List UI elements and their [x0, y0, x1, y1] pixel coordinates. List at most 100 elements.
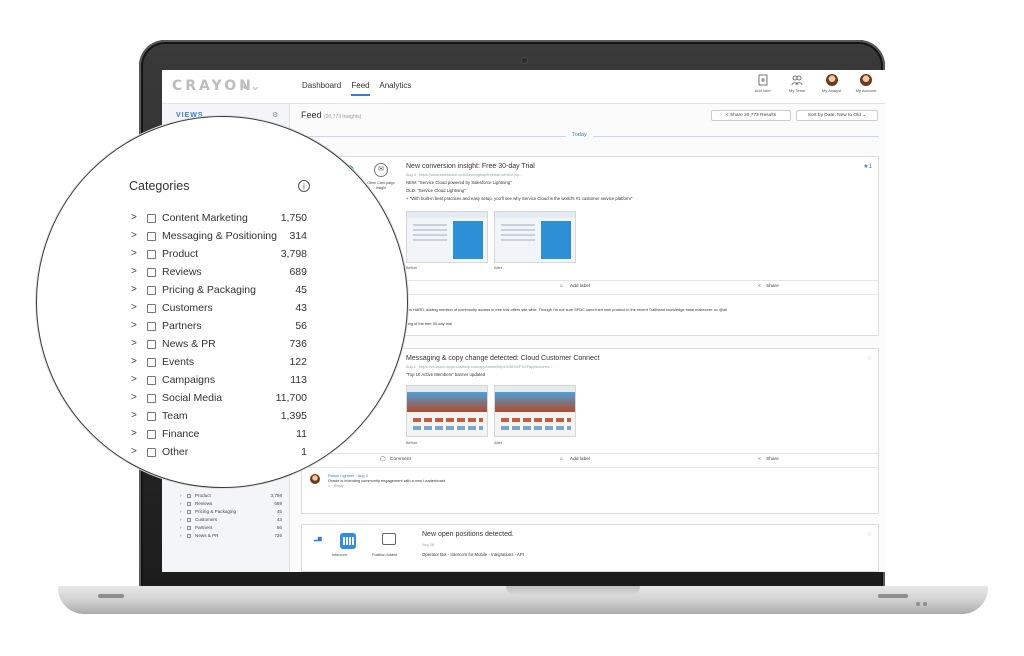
category-checkbox[interactable]	[147, 322, 156, 331]
category-item[interactable]: > Content Marketing 1,750	[37, 210, 407, 228]
category-item[interactable]: > Customers 43	[37, 300, 407, 318]
category-checkbox[interactable]	[147, 394, 156, 403]
add-intel-button[interactable]: Add Intel	[748, 74, 778, 93]
category-checkbox[interactable]	[187, 518, 191, 522]
card-text-line: Operator Bot - Intercom for Mobile - Int…	[422, 552, 524, 557]
category-checkbox[interactable]	[187, 526, 191, 530]
chevron-right-icon[interactable]: ›	[180, 492, 182, 500]
chevron-right-icon[interactable]: >	[131, 320, 137, 331]
tab-dashboard[interactable]: Dashboard	[302, 81, 341, 90]
category-checkbox[interactable]	[147, 358, 156, 367]
chevron-right-icon[interactable]: ›	[180, 532, 182, 540]
after-screenshot[interactable]	[494, 385, 576, 437]
card-title[interactable]: New conversion insight: Free 30-day Tria…	[406, 163, 535, 170]
category-item[interactable]: > Finance 11	[37, 426, 407, 444]
info-icon[interactable]: i	[298, 180, 310, 192]
chevron-right-icon[interactable]: >	[131, 248, 137, 259]
category-item[interactable]: > Product 3,798	[37, 246, 407, 264]
before-screenshot[interactable]	[406, 385, 488, 437]
mini-category-item[interactable]: › Product 3,798	[176, 492, 288, 500]
insight-card[interactable]: ▂▆ Intercom Position Added New open posi…	[301, 524, 879, 572]
chevron-right-icon[interactable]: >	[131, 302, 137, 313]
category-checkbox[interactable]	[147, 448, 156, 457]
category-item[interactable]: > Events 122	[37, 354, 407, 372]
card-title[interactable]: New open positions detected.	[422, 531, 514, 538]
category-checkbox[interactable]	[147, 232, 156, 241]
chevron-right-icon[interactable]: >	[131, 230, 137, 241]
competitor-switch-icon[interactable]: ◐⌄	[242, 78, 261, 94]
mini-category-item[interactable]: › News & PR 736	[176, 532, 288, 540]
chevron-right-icon[interactable]: ›	[180, 524, 182, 532]
category-checkbox[interactable]	[147, 430, 156, 439]
category-checkbox[interactable]	[147, 286, 156, 295]
category-checkbox[interactable]	[187, 502, 191, 506]
position-icon	[382, 533, 396, 545]
my-team-button[interactable]: My Team	[782, 74, 812, 93]
my-analyst-button[interactable]: My Analyst	[817, 74, 847, 93]
chevron-right-icon[interactable]: >	[131, 284, 137, 295]
share-results-label: Share 20,773 Results	[730, 113, 777, 118]
after-screenshot[interactable]	[494, 211, 576, 263]
team-icon	[791, 75, 803, 86]
chevron-right-icon[interactable]: >	[131, 446, 137, 457]
card-title[interactable]: Messaging & copy change detected: Cloud …	[406, 355, 599, 362]
category-item[interactable]: > Social Media 11,700	[37, 390, 407, 408]
chevron-right-icon[interactable]: >	[131, 410, 137, 421]
my-account-button[interactable]: My Account	[851, 74, 881, 93]
category-checkbox[interactable]	[187, 510, 191, 514]
share-button[interactable]: Share	[766, 454, 779, 465]
add-label-button[interactable]: Add label	[570, 454, 590, 465]
star-icon[interactable]: ☆	[867, 531, 872, 538]
chevron-right-icon[interactable]: >	[131, 374, 137, 385]
tab-analytics[interactable]: Analytics	[379, 81, 411, 90]
chevron-right-icon[interactable]: >	[131, 392, 137, 403]
category-item[interactable]: > Partners 56	[37, 318, 407, 336]
category-label: Product	[162, 248, 199, 260]
add-intel-icon	[758, 74, 768, 86]
add-label-button[interactable]: Add label	[570, 281, 590, 292]
category-checkbox[interactable]	[187, 534, 191, 538]
category-checkbox[interactable]	[147, 250, 156, 259]
chevron-right-icon[interactable]: ›	[180, 516, 182, 524]
category-checkbox[interactable]	[147, 340, 156, 349]
category-label: Partners	[195, 525, 213, 530]
card-meta-link[interactable]: Aug 1 · https://cx-tuoen-apps.custhelp.c…	[406, 365, 553, 369]
category-item[interactable]: > News & PR 736	[37, 336, 407, 354]
comment-reply[interactable]: 1 · Reply	[328, 483, 878, 488]
category-item[interactable]: > Reviews 689	[37, 264, 407, 282]
star-icon[interactable]: ★1	[863, 163, 872, 170]
mini-category-item[interactable]: › Partners 56	[176, 524, 288, 532]
before-screenshot[interactable]	[406, 211, 488, 263]
category-item[interactable]: > Messaging & Positioning 314	[37, 228, 407, 246]
share-results-button[interactable]: < Share 20,773 Results	[711, 110, 791, 121]
after-label: After	[494, 441, 503, 445]
category-checkbox[interactable]	[147, 412, 156, 421]
mini-category-item[interactable]: › Reviews 689	[176, 500, 288, 508]
gear-icon[interactable]: ⚙	[272, 111, 278, 119]
category-checkbox[interactable]	[147, 304, 156, 313]
category-checkbox[interactable]	[147, 376, 156, 385]
chevron-right-icon[interactable]: ›	[180, 508, 182, 516]
card-meta-link[interactable]: Aug 3 · https://www.salesforce.com/form/…	[406, 173, 522, 177]
before-label: Before	[406, 266, 418, 270]
mini-category-item[interactable]: › Pricing & Packaging 45	[176, 508, 288, 516]
mini-category-item[interactable]: › Customers 43	[176, 516, 288, 524]
category-item[interactable]: > Campaigns 113	[37, 372, 407, 390]
chevron-right-icon[interactable]: ›	[180, 500, 182, 508]
category-count: 3,798	[280, 248, 307, 260]
chevron-right-icon[interactable]: >	[131, 356, 137, 367]
star-icon[interactable]: ☆	[867, 355, 872, 362]
chevron-right-icon[interactable]: >	[131, 338, 137, 349]
chevron-right-icon[interactable]: >	[131, 212, 137, 223]
tab-feed[interactable]: Feed	[351, 81, 370, 96]
share-button[interactable]: Share	[766, 281, 779, 292]
chevron-right-icon[interactable]: >	[131, 266, 137, 277]
category-checkbox[interactable]	[187, 494, 191, 498]
category-item[interactable]: > Pricing & Packaging 45	[37, 282, 407, 300]
sort-dropdown[interactable]: Sort by Date: New to Old ⌄	[796, 110, 878, 121]
category-item[interactable]: > Team 1,395	[37, 408, 407, 426]
category-checkbox[interactable]	[147, 214, 156, 223]
category-checkbox[interactable]	[147, 268, 156, 277]
chevron-right-icon[interactable]: >	[131, 428, 137, 439]
category-item[interactable]: > Other 1	[37, 444, 407, 462]
